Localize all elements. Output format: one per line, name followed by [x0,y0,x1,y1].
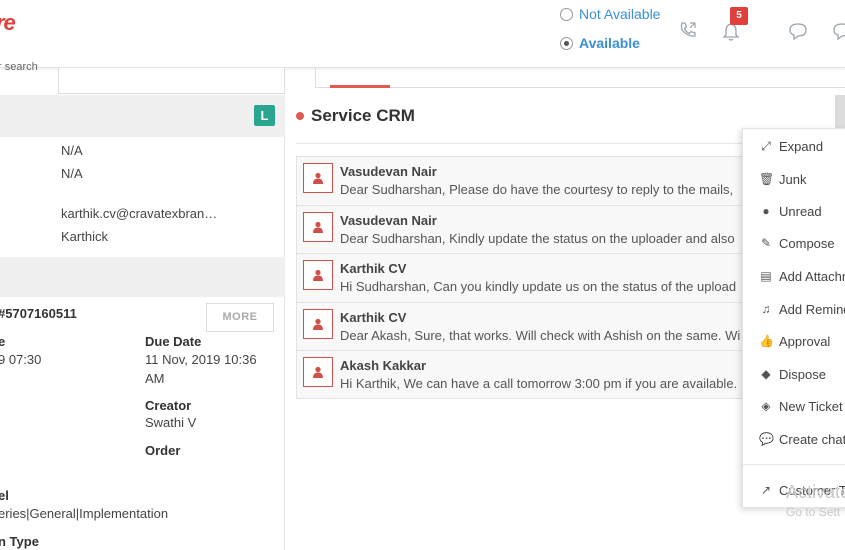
due-date-label: Due Date [145,334,202,349]
user-avatar-icon [303,357,333,387]
message-preview: Dear Akash, Sure, that works. Will check… [340,327,740,343]
message-actions-menu: ⤢ Expand 🗑 Junk ● Unread ✎ Compose ▤ Add… [742,128,845,508]
menu-item-create-chat[interactable]: 💬 Create chat [743,426,845,452]
menu-item-add-attachment[interactable]: ▤ Add Attachm [743,263,845,289]
edit-icon: ✎ [760,236,772,250]
status-not-available[interactable]: Not Available [560,6,660,22]
file-icon: ▤ [760,269,772,283]
menu-item-label: Create chat [779,431,845,447]
expand-icon: ⤢ [761,138,771,153]
message-preview: Hi Karthik, We can have a call tomorrow … [340,376,738,391]
message-sender: Karthik CV [340,309,407,325]
menu-item-label: Compose [779,235,835,251]
brand-logo[interactable]: re [0,10,16,36]
menu-item-approval[interactable]: 👍 Approval [743,328,845,354]
thumbs-up-icon: 👍 [759,334,774,348]
dot-icon: ● [762,204,770,218]
ticket-icon: ◈ [761,399,771,413]
active-tab-indicator[interactable] [330,85,390,88]
message-sender: Vasudevan Nair [340,212,437,228]
contact-value: N/A [61,143,83,158]
menu-item-label: Add Remind [779,301,845,317]
menu-item-add-reminder[interactable]: ♫ Add Remind [743,296,845,322]
bell-icon: ♫ [761,302,771,316]
menu-item-label: Junk [779,171,807,187]
contact-email[interactable]: karthik.cv@cravatexbran… [61,206,217,221]
menu-item-junk[interactable]: 🗑 Junk [743,166,845,192]
radio-checked-icon[interactable] [560,36,573,50]
page-title: Service CRM [296,106,415,126]
activation-watermark-sub: Go to Sett [786,505,841,519]
creator-value: Swathi V [145,415,197,430]
ticket-details-panel: L N/A N/A karthik.cv@cravatexbran… Karth… [0,95,285,550]
external-link-icon: ↗ [760,483,772,497]
user-avatar-icon [303,260,333,290]
order-label: Order [145,443,181,458]
menu-divider [743,464,845,465]
search-hint: r search [0,61,38,73]
menu-item-label: Unread [779,203,822,219]
creator-label: Creator [145,398,192,413]
status-available[interactable]: Available [560,35,640,51]
notification-badge[interactable]: 5 [730,7,748,25]
search-input[interactable] [58,68,285,94]
due-date-value: 11 Nov, 2019 10:36 [145,352,257,367]
chat-bubble-icon[interactable] [832,22,845,45]
message-sender: Akash Kakkar [340,358,426,373]
menu-item-label: Expand [779,138,824,154]
chat-icon: 💬 [759,432,774,446]
chat-bubble-icon[interactable] [788,22,808,45]
top-bar: re Not Available Available 5 [0,0,845,68]
menu-item-dispose[interactable]: ◆ Dispose [743,361,845,387]
trash-icon: 🗑 [759,172,775,186]
radio-icon[interactable] [560,7,573,21]
status-dot-icon [296,112,304,120]
due-date-value-ampm: AM [145,371,165,386]
user-avatar-icon [303,308,333,339]
message-sender: Karthik CV [340,261,407,276]
menu-item-label: Dispose [779,366,826,382]
message-preview: Dear Sudharshan, Please do have the cour… [340,182,734,197]
menu-item-label: New Ticket [779,398,843,414]
message-sender: Vasudevan Nair [340,164,437,179]
contact-name: Karthick [61,229,108,244]
ticket-id: #5707160511 [0,306,77,321]
activation-watermark: Activate [786,482,845,502]
created-label: e [0,334,6,349]
menu-item-new-ticket[interactable]: ◈ New Ticket [743,393,845,419]
created-value: 9 07:30 [0,352,42,367]
menu-item-label: Add Attachm [779,268,845,284]
phone-icon[interactable] [678,20,698,45]
status-label: Available [579,35,640,51]
bell-icon[interactable] [722,22,740,47]
user-avatar-icon [303,211,333,242]
more-button[interactable]: MORE [206,303,274,332]
message-preview: Hi Sudharshan, Can you kindly update us … [340,279,737,294]
status-label: Not Available [579,6,661,22]
menu-item-expand[interactable]: ⤢ Expand [743,133,845,159]
type-label: n Type [0,534,39,549]
contact-header: L [0,95,285,137]
menu-item-label: Approval [779,333,831,349]
user-avatar-icon [303,163,333,193]
tag-icon: ◆ [761,367,771,381]
menu-item-unread[interactable]: ● Unread [743,198,845,224]
ticket-section-header [0,257,285,297]
contact-value: N/A [61,166,83,181]
menu-item-compose[interactable]: ✎ Compose [743,230,845,256]
message-preview: Dear Sudharshan, Kindly update the statu… [340,230,735,246]
lead-badge: L [254,105,275,126]
level-value: eries|General|Implementation [0,506,169,521]
page-title-text: Service CRM [311,106,415,125]
level-label: el [0,488,9,503]
scrollbar-thumb[interactable] [835,95,845,129]
tab-bar [315,68,845,88]
